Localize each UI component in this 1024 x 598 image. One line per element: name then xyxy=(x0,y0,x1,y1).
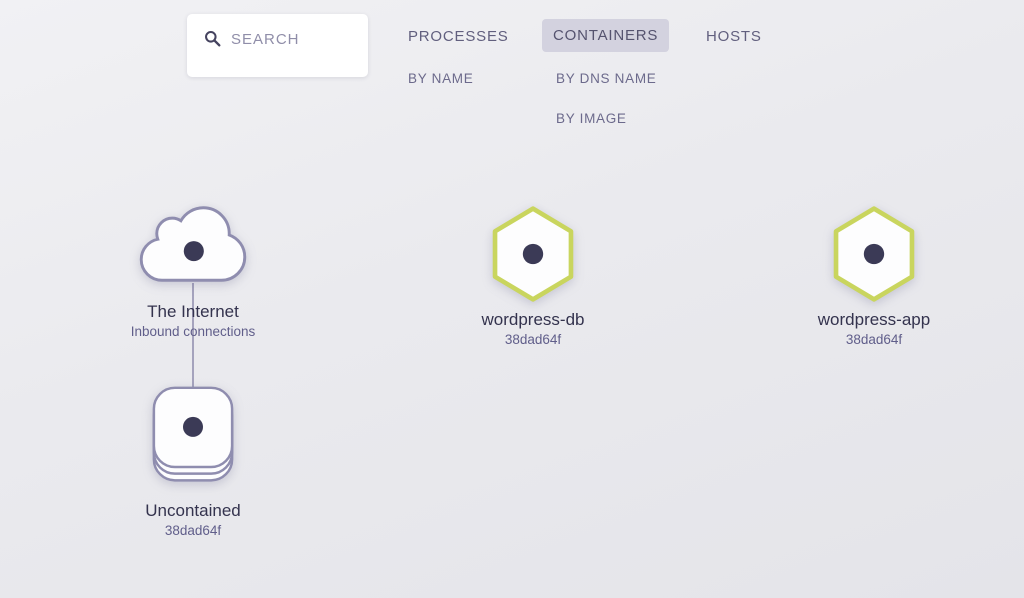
node-dot xyxy=(182,416,204,437)
search-box[interactable] xyxy=(187,14,368,77)
subtab-by-image[interactable]: BY IMAGE xyxy=(556,111,627,126)
stacked-squares-icon xyxy=(152,386,234,482)
node-label: Uncontained xyxy=(145,501,241,520)
subtab-by-dns-name[interactable]: BY DNS NAME xyxy=(556,71,656,86)
container-hexagon-icon xyxy=(833,206,915,302)
search-input[interactable] xyxy=(231,29,351,48)
node-label: wordpress-db xyxy=(481,310,585,329)
node-wordpress-db[interactable]: wordpress-db 38dad64f xyxy=(413,204,653,349)
node-label: The Internet xyxy=(147,302,239,321)
node-dot xyxy=(183,241,204,262)
search-icon xyxy=(205,31,221,47)
tab-processes[interactable]: PROCESSES xyxy=(408,28,509,45)
node-sublabel: Inbound connections xyxy=(130,324,256,340)
topology-canvas: PROCESSES CONTAINERS HOSTS BY NAME BY DN… xyxy=(0,0,1024,598)
node-sublabel: 38dad64f xyxy=(845,332,903,348)
container-hexagon-icon xyxy=(492,206,574,302)
node-label: wordpress-app xyxy=(817,310,931,329)
node-uncontained[interactable]: Uncontained 38dad64f xyxy=(73,384,313,540)
node-dot xyxy=(522,243,544,265)
node-dot xyxy=(863,243,885,265)
subtab-by-name[interactable]: BY NAME xyxy=(408,71,473,86)
node-sublabel: 38dad64f xyxy=(504,332,562,348)
node-sublabel: 38dad64f xyxy=(164,523,222,539)
node-the-internet[interactable]: The Internet Inbound connections xyxy=(73,203,313,341)
tab-containers[interactable]: CONTAINERS xyxy=(542,19,670,52)
cloud-icon xyxy=(139,206,247,282)
tab-hosts[interactable]: HOSTS xyxy=(706,28,762,45)
node-wordpress-app[interactable]: wordpress-app 38dad64f xyxy=(754,204,994,349)
